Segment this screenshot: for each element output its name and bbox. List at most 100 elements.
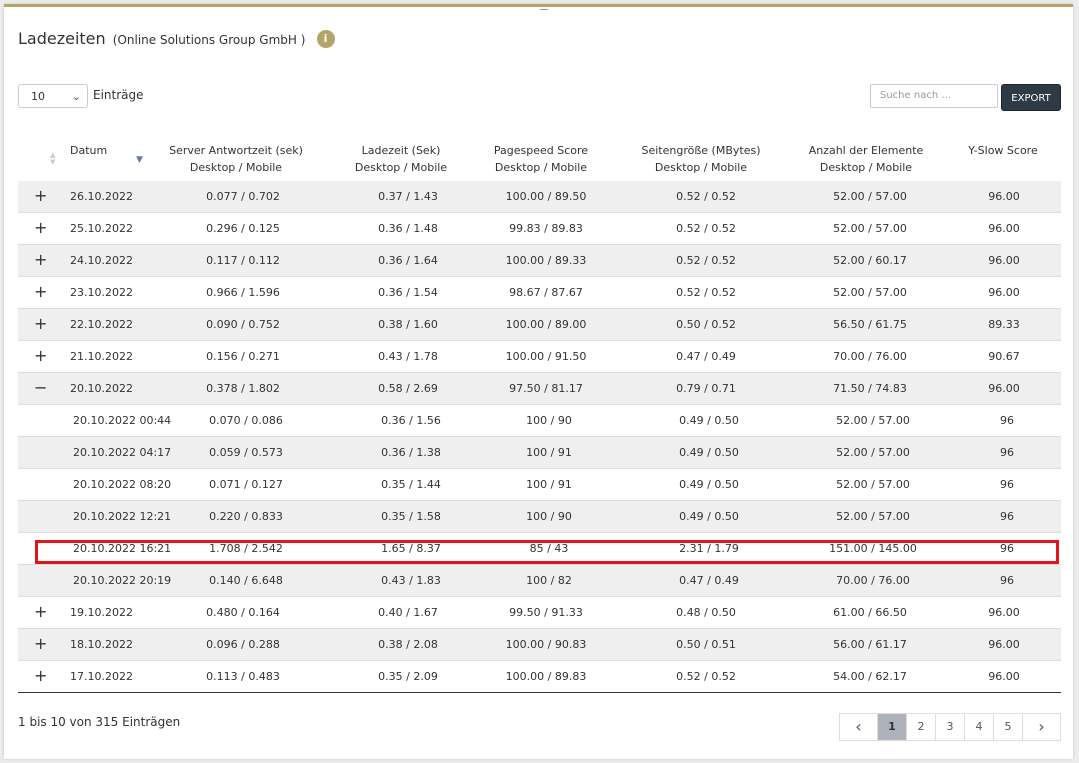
cell-server: 0.966 / 1.596 <box>206 286 280 299</box>
cell-size: 0.52 / 0.52 <box>676 670 736 683</box>
page-button-4[interactable]: 4 <box>964 713 994 741</box>
expand-icon[interactable]: + <box>34 181 47 211</box>
cell-elements: 56.00 / 61.17 <box>833 638 907 651</box>
cell-load: 0.36 / 1.54 <box>378 286 438 299</box>
col-server-sub: Desktop / Mobile <box>189 161 283 174</box>
cell-size: 0.49 / 0.50 <box>679 478 739 491</box>
cell-load: 0.36 / 1.48 <box>378 222 438 235</box>
table-row[interactable]: +21.10.2022 0.156 / 0.271 0.43 / 1.78 100.0… <box>18 341 1061 373</box>
table-body: +26.10.2022 0.077 / 0.702 0.37 / 1.43 100.0… <box>18 181 1061 693</box>
cell-elements: 52.00 / 57.00 <box>836 510 910 523</box>
cell-date: 20.10.2022 20:19 <box>73 574 172 587</box>
cell-date: 21.10.2022 <box>70 350 133 363</box>
cell-elements: 71.50 / 74.83 <box>833 382 907 395</box>
expand-icon[interactable]: + <box>34 213 47 243</box>
info-icon[interactable]: i <box>316 30 335 48</box>
cell-date: 18.10.2022 <box>70 638 133 651</box>
table-row: 20.10.2022 00:44 0.070 / 0.086 0.36 / 1.56… <box>18 405 1061 437</box>
col-pagespeed[interactable]: Pagespeed Score Desktop / Mobile <box>481 142 601 176</box>
page-button-2[interactable]: 2 <box>906 713 936 741</box>
col-datum[interactable]: Datum <box>70 142 107 159</box>
col-load[interactable]: Ladezeit (Sek) Desktop / Mobile <box>341 142 461 176</box>
table-row[interactable]: +22.10.2022 0.090 / 0.752 0.38 / 1.60 100.0… <box>18 309 1061 341</box>
next-page-button[interactable]: › <box>1022 713 1061 741</box>
col-server-label: Server Antwortzeit (sek) <box>169 144 303 157</box>
cell-yslow: 96 <box>1000 446 1014 459</box>
cell-yslow: 96.00 <box>988 606 1020 619</box>
expand-icon[interactable]: + <box>34 245 47 275</box>
collapse-handle[interactable] <box>540 5 548 10</box>
table-footer-line <box>18 692 1061 693</box>
cell-size: 0.52 / 0.52 <box>676 286 736 299</box>
sort-desc-icon[interactable]: ▼ <box>136 155 143 165</box>
cell-size: 0.52 / 0.52 <box>676 254 736 267</box>
table-row[interactable]: − 20.10.2022 0.378 / 1.802 0.58 / 2.69 97.50… <box>18 373 1061 405</box>
prev-page-button[interactable]: ‹ <box>839 713 878 741</box>
page-button-3[interactable]: 3 <box>935 713 965 741</box>
cell-load: 0.35 / 2.09 <box>378 670 438 683</box>
cell-load: 0.36 / 1.64 <box>378 254 438 267</box>
export-button[interactable]: EXPORT <box>1001 84 1061 111</box>
table-row[interactable]: +25.10.2022 0.296 / 0.125 0.36 / 1.48 99.83… <box>18 213 1061 245</box>
cell-date: 19.10.2022 <box>70 606 133 619</box>
table-row: 20.10.2022 20:19 0.140 / 6.648 0.43 / 1.83… <box>18 565 1061 597</box>
col-load-label: Ladezeit (Sek) <box>361 144 441 157</box>
search-input[interactable]: Suche nach ... <box>870 84 998 108</box>
expand-icon[interactable]: + <box>34 277 47 307</box>
entries-select[interactable]: 10 ⌄ <box>18 84 88 108</box>
cell-date: 23.10.2022 <box>70 286 133 299</box>
cell-size: 0.48 / 0.50 <box>676 606 736 619</box>
entries-select-value: 10 <box>31 90 45 103</box>
expand-icon[interactable]: + <box>34 629 47 659</box>
cell-size: 0.47 / 0.49 <box>679 574 739 587</box>
table-row: 20.10.2022 12:21 0.220 / 0.833 0.35 / 1.58… <box>18 501 1061 533</box>
cell-elements: 54.00 / 62.17 <box>833 670 907 683</box>
cell-elements: 52.00 / 57.00 <box>836 478 910 491</box>
table-row[interactable]: +26.10.2022 0.077 / 0.702 0.37 / 1.43 100.0… <box>18 181 1061 213</box>
cell-yslow: 96.00 <box>988 222 1020 235</box>
cell-date: 25.10.2022 <box>70 222 133 235</box>
cell-size: 0.79 / 0.71 <box>676 382 736 395</box>
cell-size: 0.49 / 0.50 <box>679 510 739 523</box>
table-row[interactable]: +23.10.2022 0.966 / 1.596 0.36 / 1.54 98.67… <box>18 277 1061 309</box>
cell-server: 0.296 / 0.125 <box>206 222 280 235</box>
cell-server: 0.096 / 0.288 <box>206 638 280 651</box>
collapse-icon[interactable]: − <box>34 373 47 403</box>
col-yslow[interactable]: Y-Slow Score <box>958 142 1048 159</box>
cell-yslow: 90.67 <box>988 350 1020 363</box>
expand-icon[interactable]: + <box>34 661 47 691</box>
expand-icon[interactable]: + <box>34 597 47 627</box>
col-server[interactable]: Server Antwortzeit (sek) Desktop / Mobil… <box>166 142 306 176</box>
table-row[interactable]: +17.10.2022 0.113 / 0.483 0.35 / 2.09 100.0… <box>18 661 1061 693</box>
cell-elements: 70.00 / 76.00 <box>836 574 910 587</box>
cell-server: 0.071 / 0.127 <box>209 478 283 491</box>
cell-load: 0.43 / 1.83 <box>381 574 441 587</box>
col-load-sub: Desktop / Mobile <box>354 161 448 174</box>
table-row[interactable]: +19.10.2022 0.480 / 0.164 0.40 / 1.67 99.50… <box>18 597 1061 629</box>
cell-server: 0.090 / 0.752 <box>206 318 280 331</box>
cell-date: 26.10.2022 <box>70 190 133 203</box>
table-row[interactable]: +18.10.2022 0.096 / 0.288 0.38 / 2.08 100.0… <box>18 629 1061 661</box>
cell-load: 0.38 / 1.60 <box>378 318 438 331</box>
cell-load: 0.36 / 1.38 <box>381 446 441 459</box>
cell-load: 0.43 / 1.78 <box>378 350 438 363</box>
expand-icon[interactable]: + <box>34 309 47 339</box>
col-elements[interactable]: Anzahl der Elemente Desktop / Mobile <box>796 142 936 176</box>
ladezeiten-card: Ladezeiten (Online Solutions Group GmbH … <box>4 4 1073 759</box>
cell-load: 0.58 / 2.69 <box>378 382 438 395</box>
expand-icon[interactable]: + <box>34 341 47 371</box>
page-button-5[interactable]: 5 <box>993 713 1023 741</box>
cell-pagespeed: 98.67 / 87.67 <box>509 286 583 299</box>
cell-server: 0.140 / 6.648 <box>209 574 283 587</box>
cell-load: 0.36 / 1.56 <box>381 414 441 427</box>
cell-pagespeed: 100.00 / 89.50 <box>505 190 587 203</box>
page-button-1[interactable]: 1 <box>877 713 907 741</box>
sort-both-icon[interactable]: ▲ ▼ <box>50 152 55 166</box>
cell-elements: 52.00 / 57.00 <box>833 190 907 203</box>
cell-pagespeed: 100.00 / 89.33 <box>505 254 587 267</box>
table-row[interactable]: +24.10.2022 0.117 / 0.112 0.36 / 1.64 100.0… <box>18 245 1061 277</box>
col-size[interactable]: Seitengröße (MBytes) Desktop / Mobile <box>631 142 771 176</box>
cell-size: 0.50 / 0.52 <box>676 318 736 331</box>
cell-yslow: 96 <box>1000 510 1014 523</box>
cell-elements: 70.00 / 76.00 <box>833 350 907 363</box>
